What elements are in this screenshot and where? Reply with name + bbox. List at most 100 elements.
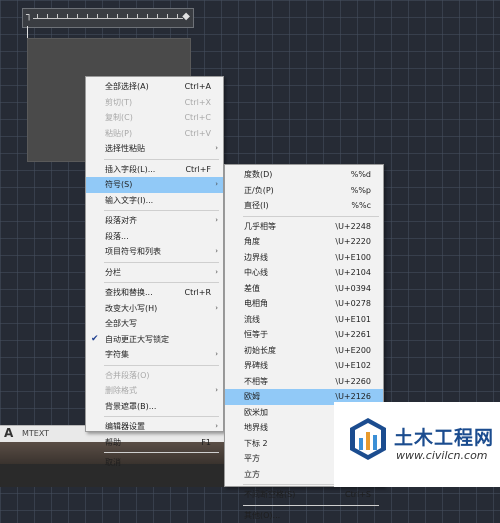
context-menu-item-7[interactable]: 符号(S)› <box>86 177 223 193</box>
unicode-code: \U+0278 <box>335 296 371 312</box>
ruler-scale <box>33 18 183 19</box>
ruler-tick <box>77 14 78 19</box>
menu-item-label: 不间断空格(S) <box>244 487 295 503</box>
menu-item-label: 差值 <box>244 281 260 297</box>
unicode-code: \U+0394 <box>335 281 371 297</box>
menu-item-label: 选择性粘贴 <box>105 141 145 157</box>
ruler-tick <box>97 14 98 19</box>
symbol-menu-item-4[interactable]: 几乎相等\U+2248 <box>225 219 383 235</box>
menu-separator <box>243 216 379 217</box>
context-menu-item-8[interactable]: 输入文字(I)... <box>86 193 223 209</box>
menu-separator <box>104 262 219 263</box>
context-menu-item-10[interactable]: 段落对齐› <box>86 213 223 229</box>
ruler-tick <box>157 14 158 19</box>
symbol-menu-item-0[interactable]: 度数(D)%%d <box>225 167 383 183</box>
menu-item-label: 分栏 <box>105 265 121 281</box>
shortcut-text: Ctrl+R <box>185 285 212 301</box>
menu-item-label: 自动更正大写锁定 <box>105 332 169 348</box>
menu-item-label: 边界线 <box>244 250 268 266</box>
menu-item-label: 段落... <box>105 229 129 245</box>
context-menu-item-6[interactable]: 插入字段(L)...Ctrl+F <box>86 162 223 178</box>
symbol-menu-item-13[interactable]: 界碑线\U+E102 <box>225 358 383 374</box>
context-menu-item-16[interactable]: 查找和替换...Ctrl+R <box>86 285 223 301</box>
unicode-code: %%p <box>351 183 371 199</box>
menu-separator <box>104 452 219 453</box>
menu-item-label: 合并段落(O) <box>105 368 150 384</box>
ruler-right-handle-icon[interactable]: ◆ <box>182 12 190 22</box>
ruler-left-marker-icon[interactable]: ┐ <box>26 11 32 21</box>
context-menu-item-14[interactable]: 分栏 › <box>86 265 223 281</box>
menu-item-label: 平方 <box>244 451 260 467</box>
context-menu-item-24[interactable]: 背景遮罩(B)... <box>86 399 223 415</box>
symbol-menu-item-5[interactable]: 角度\U+2220 <box>225 234 383 250</box>
symbol-menu-item-8[interactable]: 差值 \U+0394 <box>225 281 383 297</box>
context-menu-item-18[interactable]: 全部大写 <box>86 316 223 332</box>
symbol-menu-item-1[interactable]: 正/负(P)%%p <box>225 183 383 199</box>
ruler-tick <box>147 14 148 19</box>
context-menu-item-4[interactable]: 选择性粘贴› <box>86 141 223 157</box>
chevron-right-icon: › <box>215 213 218 229</box>
unicode-code: %%c <box>351 198 371 214</box>
menu-separator <box>104 282 219 283</box>
symbol-menu-item-10[interactable]: 流线\U+E101 <box>225 312 383 328</box>
text-ruler[interactable]: ┐ ◆ <box>22 8 194 28</box>
unicode-code: %%d <box>351 167 371 183</box>
unicode-code: Ctrl+S <box>345 487 371 503</box>
chevron-right-icon: › <box>215 347 218 363</box>
context-menu-item-26[interactable]: 编辑器设置› <box>86 419 223 435</box>
symbol-menu-item-6[interactable]: 边界线 \U+E100 <box>225 250 383 266</box>
menu-item-label: 项目符号和列表 <box>105 244 161 260</box>
menu-item-label: 取消 <box>105 455 121 471</box>
context-menu-item-11[interactable]: 段落... <box>86 229 223 245</box>
menu-item-label: 其他(O)... <box>244 508 280 523</box>
menu-item-label: 剪切(T) <box>105 95 132 111</box>
symbol-menu-item-12[interactable]: 初始长度\U+E200 <box>225 343 383 359</box>
menu-item-label: 直径(I) <box>244 198 269 214</box>
symbol-menu-item-24[interactable]: 其他(O)... <box>225 508 383 523</box>
ruler-tick <box>67 14 68 19</box>
context-menu-item-3[interactable]: 粘贴(P)Ctrl+V <box>86 126 223 142</box>
civilcn-logo-icon <box>348 416 388 462</box>
watermark: 土木工程网 www.civilcn.com <box>334 402 500 487</box>
symbol-menu-item-11[interactable]: 恒等于\U+2261 <box>225 327 383 343</box>
shortcut-text: Ctrl+A <box>185 79 211 95</box>
unicode-code: \U+E100 <box>335 250 371 266</box>
context-menu-item-23[interactable]: 删除格式› <box>86 383 223 399</box>
symbol-menu-item-9[interactable]: 电相角\U+0278 <box>225 296 383 312</box>
symbol-menu-item-7[interactable]: 中心线 \U+2104 <box>225 265 383 281</box>
ruler-tick <box>47 14 48 19</box>
chevron-right-icon: › <box>215 419 218 435</box>
context-menu-item-0[interactable]: 全部选择(A) Ctrl+A <box>86 79 223 95</box>
ruler-tick <box>127 14 128 19</box>
menu-item-label: 中心线 <box>244 265 268 281</box>
context-menu-item-12[interactable]: 项目符号和列表› <box>86 244 223 260</box>
unicode-code: \U+E200 <box>335 343 371 359</box>
context-menu-item-27[interactable]: 帮助F1 <box>86 435 223 451</box>
shortcut-text: F1 <box>201 435 211 451</box>
context-menu-item-2[interactable]: 复制(C) Ctrl+C <box>86 110 223 126</box>
menu-item-label: 复制(C) <box>105 110 133 126</box>
menu-item-label: 欧姆 <box>244 389 260 405</box>
symbol-menu-item-14[interactable]: 不相等\U+2260 <box>225 374 383 390</box>
unicode-code: \U+2260 <box>335 374 371 390</box>
context-menu-item-19[interactable]: ✔自动更正大写锁定 <box>86 332 223 348</box>
ruler-tick <box>87 14 88 19</box>
chevron-right-icon: › <box>215 265 218 281</box>
menu-item-label: 粘贴(P) <box>105 126 132 142</box>
context-menu-item-22[interactable]: 合并段落(O) <box>86 368 223 384</box>
shortcut-text: Ctrl+C <box>184 110 211 126</box>
mtext-icon: A <box>4 426 13 440</box>
menu-item-label: 恒等于 <box>244 327 268 343</box>
context-menu-item-20[interactable]: 字符集› <box>86 347 223 363</box>
menu-item-label: 立方 <box>244 467 260 483</box>
symbol-menu-item-2[interactable]: 直径(I) %%c <box>225 198 383 214</box>
symbol-menu-item-22[interactable]: 不间断空格(S) Ctrl+S <box>225 487 383 503</box>
menu-item-label: 全部选择(A) <box>105 79 149 95</box>
context-menu-item-1[interactable]: 剪切(T)Ctrl+X <box>86 95 223 111</box>
watermark-url: www.civilcn.com <box>396 449 488 462</box>
context-menu-item-17[interactable]: 改变大小写(H)› <box>86 301 223 317</box>
menu-item-label: 全部大写 <box>105 316 137 332</box>
context-menu-item-29[interactable]: 取消 <box>86 455 223 471</box>
unicode-code: \U+2104 <box>335 265 371 281</box>
menu-separator <box>104 416 219 417</box>
